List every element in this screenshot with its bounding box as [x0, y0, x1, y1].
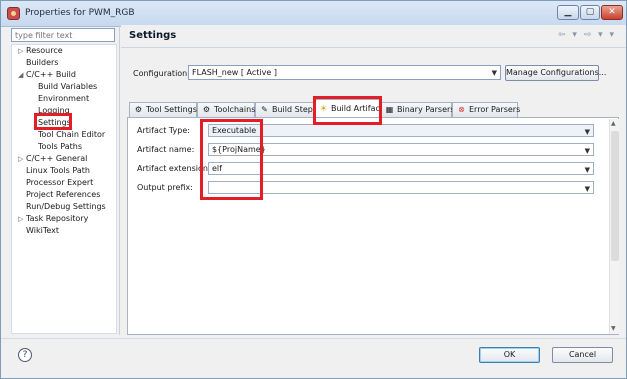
tree-item-label: C/C++ General — [26, 154, 88, 163]
tab-label: Build Steps — [272, 105, 318, 114]
scroll-up-icon[interactable]: ▲ — [611, 120, 616, 127]
properties-dialog: Properties for PWM_RGB ▁ ▢ ✕ ▷ Resource … — [0, 0, 627, 379]
page-title: Settings — [129, 30, 177, 41]
filter-input[interactable] — [11, 28, 115, 42]
artifact-extension-label: Artifact extension: — [137, 164, 211, 173]
artifact-type-value: Executable — [212, 126, 257, 135]
tree-item-builders[interactable]: Builders — [26, 57, 58, 69]
output-prefix-combo[interactable]: ▼ — [208, 181, 594, 194]
page-header: Settings ⇦ ▾ ⇨ ▾ ▾ — [121, 25, 626, 48]
tree-item-settings[interactable]: Settings — [38, 117, 71, 129]
tree-item-wikitext[interactable]: WikiText — [26, 225, 59, 237]
tab-tool-settings[interactable]: ⚙ Tool Settings — [129, 102, 197, 117]
tab-label: Error Parsers — [469, 105, 521, 114]
output-prefix-label: Output prefix: — [137, 183, 193, 192]
maximize-button[interactable]: ▢ — [580, 5, 600, 20]
artifact-extension-combo[interactable]: elf ▼ — [208, 162, 594, 175]
configuration-value: FLASH_new [ Active ] — [192, 68, 277, 77]
tree-item-tools-paths[interactable]: Tools Paths — [38, 141, 82, 153]
manage-configurations-button[interactable]: Manage Configurations... — [505, 65, 606, 81]
tree-item-run-debug-settings[interactable]: Run/Debug Settings — [26, 201, 106, 213]
pane-splitter[interactable] — [119, 25, 120, 335]
tree-item-logging[interactable]: Logging — [38, 105, 70, 117]
help-icon[interactable]: ? — [18, 348, 32, 362]
tree-item-task-repository[interactable]: ▷ Task Repository — [12, 213, 112, 225]
chevron-down-icon: ▼ — [584, 128, 590, 136]
artifact-extension-value: elf — [212, 164, 222, 173]
tree-item-label: Resource — [26, 46, 63, 55]
artifact-name-value: ${ProjName} — [212, 145, 266, 154]
configuration-label: Configuration: — [133, 69, 190, 78]
configuration-select[interactable]: FLASH_new [ Active ] ▼ — [188, 65, 501, 80]
property-tree: ▷ Resource Builders ◢ C/C++ Build Build … — [11, 44, 117, 334]
app-icon — [7, 7, 20, 20]
tab-build-steps[interactable]: ✎ Build Steps — [255, 102, 318, 117]
artifact-name-combo[interactable]: ${ProjName} ▼ — [208, 143, 594, 156]
tree-item-build-variables[interactable]: Build Variables — [38, 81, 97, 93]
ok-button[interactable]: OK — [479, 347, 540, 363]
collapse-icon[interactable]: ◢ — [18, 69, 23, 81]
expand-icon[interactable]: ▷ — [18, 45, 23, 57]
tree-item-linux-tools-path[interactable]: Linux Tools Path — [26, 165, 90, 177]
chevron-down-icon: ▼ — [584, 147, 590, 155]
chevron-down-icon: ▼ — [491, 69, 497, 77]
artifact-name-label: Artifact name: — [137, 145, 195, 154]
expand-icon[interactable]: ▷ — [18, 213, 23, 225]
tree-item-label: C/C++ Build — [26, 70, 76, 79]
tree-item-label: Task Repository — [26, 214, 89, 223]
minimize-button[interactable]: ▁ — [557, 5, 579, 20]
tab-label: Tool Settings — [146, 105, 197, 114]
toolchains-icon: ⚙ — [202, 105, 211, 114]
tab-label: Toolchains — [214, 105, 256, 114]
tree-item-project-references[interactable]: Project References — [26, 189, 100, 201]
tree-item-environment[interactable]: Environment — [38, 93, 89, 105]
build-artifact-icon: ☀ — [319, 104, 328, 113]
tab-label: Binary Parsers — [397, 105, 455, 114]
window-title: Properties for PWM_RGB — [25, 8, 135, 18]
settings-page: Settings ⇦ ▾ ⇨ ▾ ▾ Configuration: FLASH_… — [121, 25, 626, 337]
binary-parsers-icon: ▦ — [385, 105, 394, 114]
cancel-button[interactable]: Cancel — [552, 347, 613, 363]
tab-build-artifact[interactable]: ☀ Build Artifact — [314, 99, 383, 118]
back-forward-menu-icon[interactable]: ⇦ ▾ ⇨ ▾ ▾ — [558, 30, 616, 40]
tab-toolchains[interactable]: ⚙ Toolchains — [197, 102, 255, 117]
scrollbar-thumb[interactable] — [611, 131, 619, 261]
tree-item-cpp-build[interactable]: ◢ C/C++ Build — [12, 69, 112, 81]
tab-binary-parsers[interactable]: ▦ Binary Parsers — [380, 102, 455, 117]
expand-icon[interactable]: ▷ — [18, 153, 23, 165]
footer-divider — [1, 338, 626, 339]
build-artifact-panel: Artifact Type: Executable ▼ Artifact nam… — [127, 117, 619, 335]
tree-item-tool-chain-editor[interactable]: Tool Chain Editor — [38, 129, 105, 141]
close-button[interactable]: ✕ — [601, 5, 623, 20]
artifact-type-label: Artifact Type: — [137, 126, 190, 135]
title-bar[interactable]: Properties for PWM_RGB ▁ ▢ ✕ — [1, 1, 626, 27]
scroll-down-icon[interactable]: ▼ — [611, 325, 616, 332]
artifact-type-select[interactable]: Executable ▼ — [208, 124, 594, 137]
tool-settings-icon: ⚙ — [134, 105, 143, 114]
error-parsers-icon: ⊗ — [458, 105, 465, 114]
build-steps-icon: ✎ — [261, 105, 268, 114]
chevron-down-icon: ▼ — [584, 166, 590, 174]
tab-label: Build Artifact — [331, 104, 383, 113]
chevron-down-icon: ▼ — [584, 185, 590, 193]
tree-item-cpp-general[interactable]: ▷ C/C++ General — [12, 153, 112, 165]
vertical-scrollbar[interactable]: ▲ ▼ — [609, 119, 619, 334]
tree-item-processor-expert[interactable]: Processor Expert — [26, 177, 93, 189]
tab-error-parsers[interactable]: ⊗ Error Parsers — [452, 102, 521, 117]
tree-item-resource[interactable]: ▷ Resource — [12, 45, 112, 57]
